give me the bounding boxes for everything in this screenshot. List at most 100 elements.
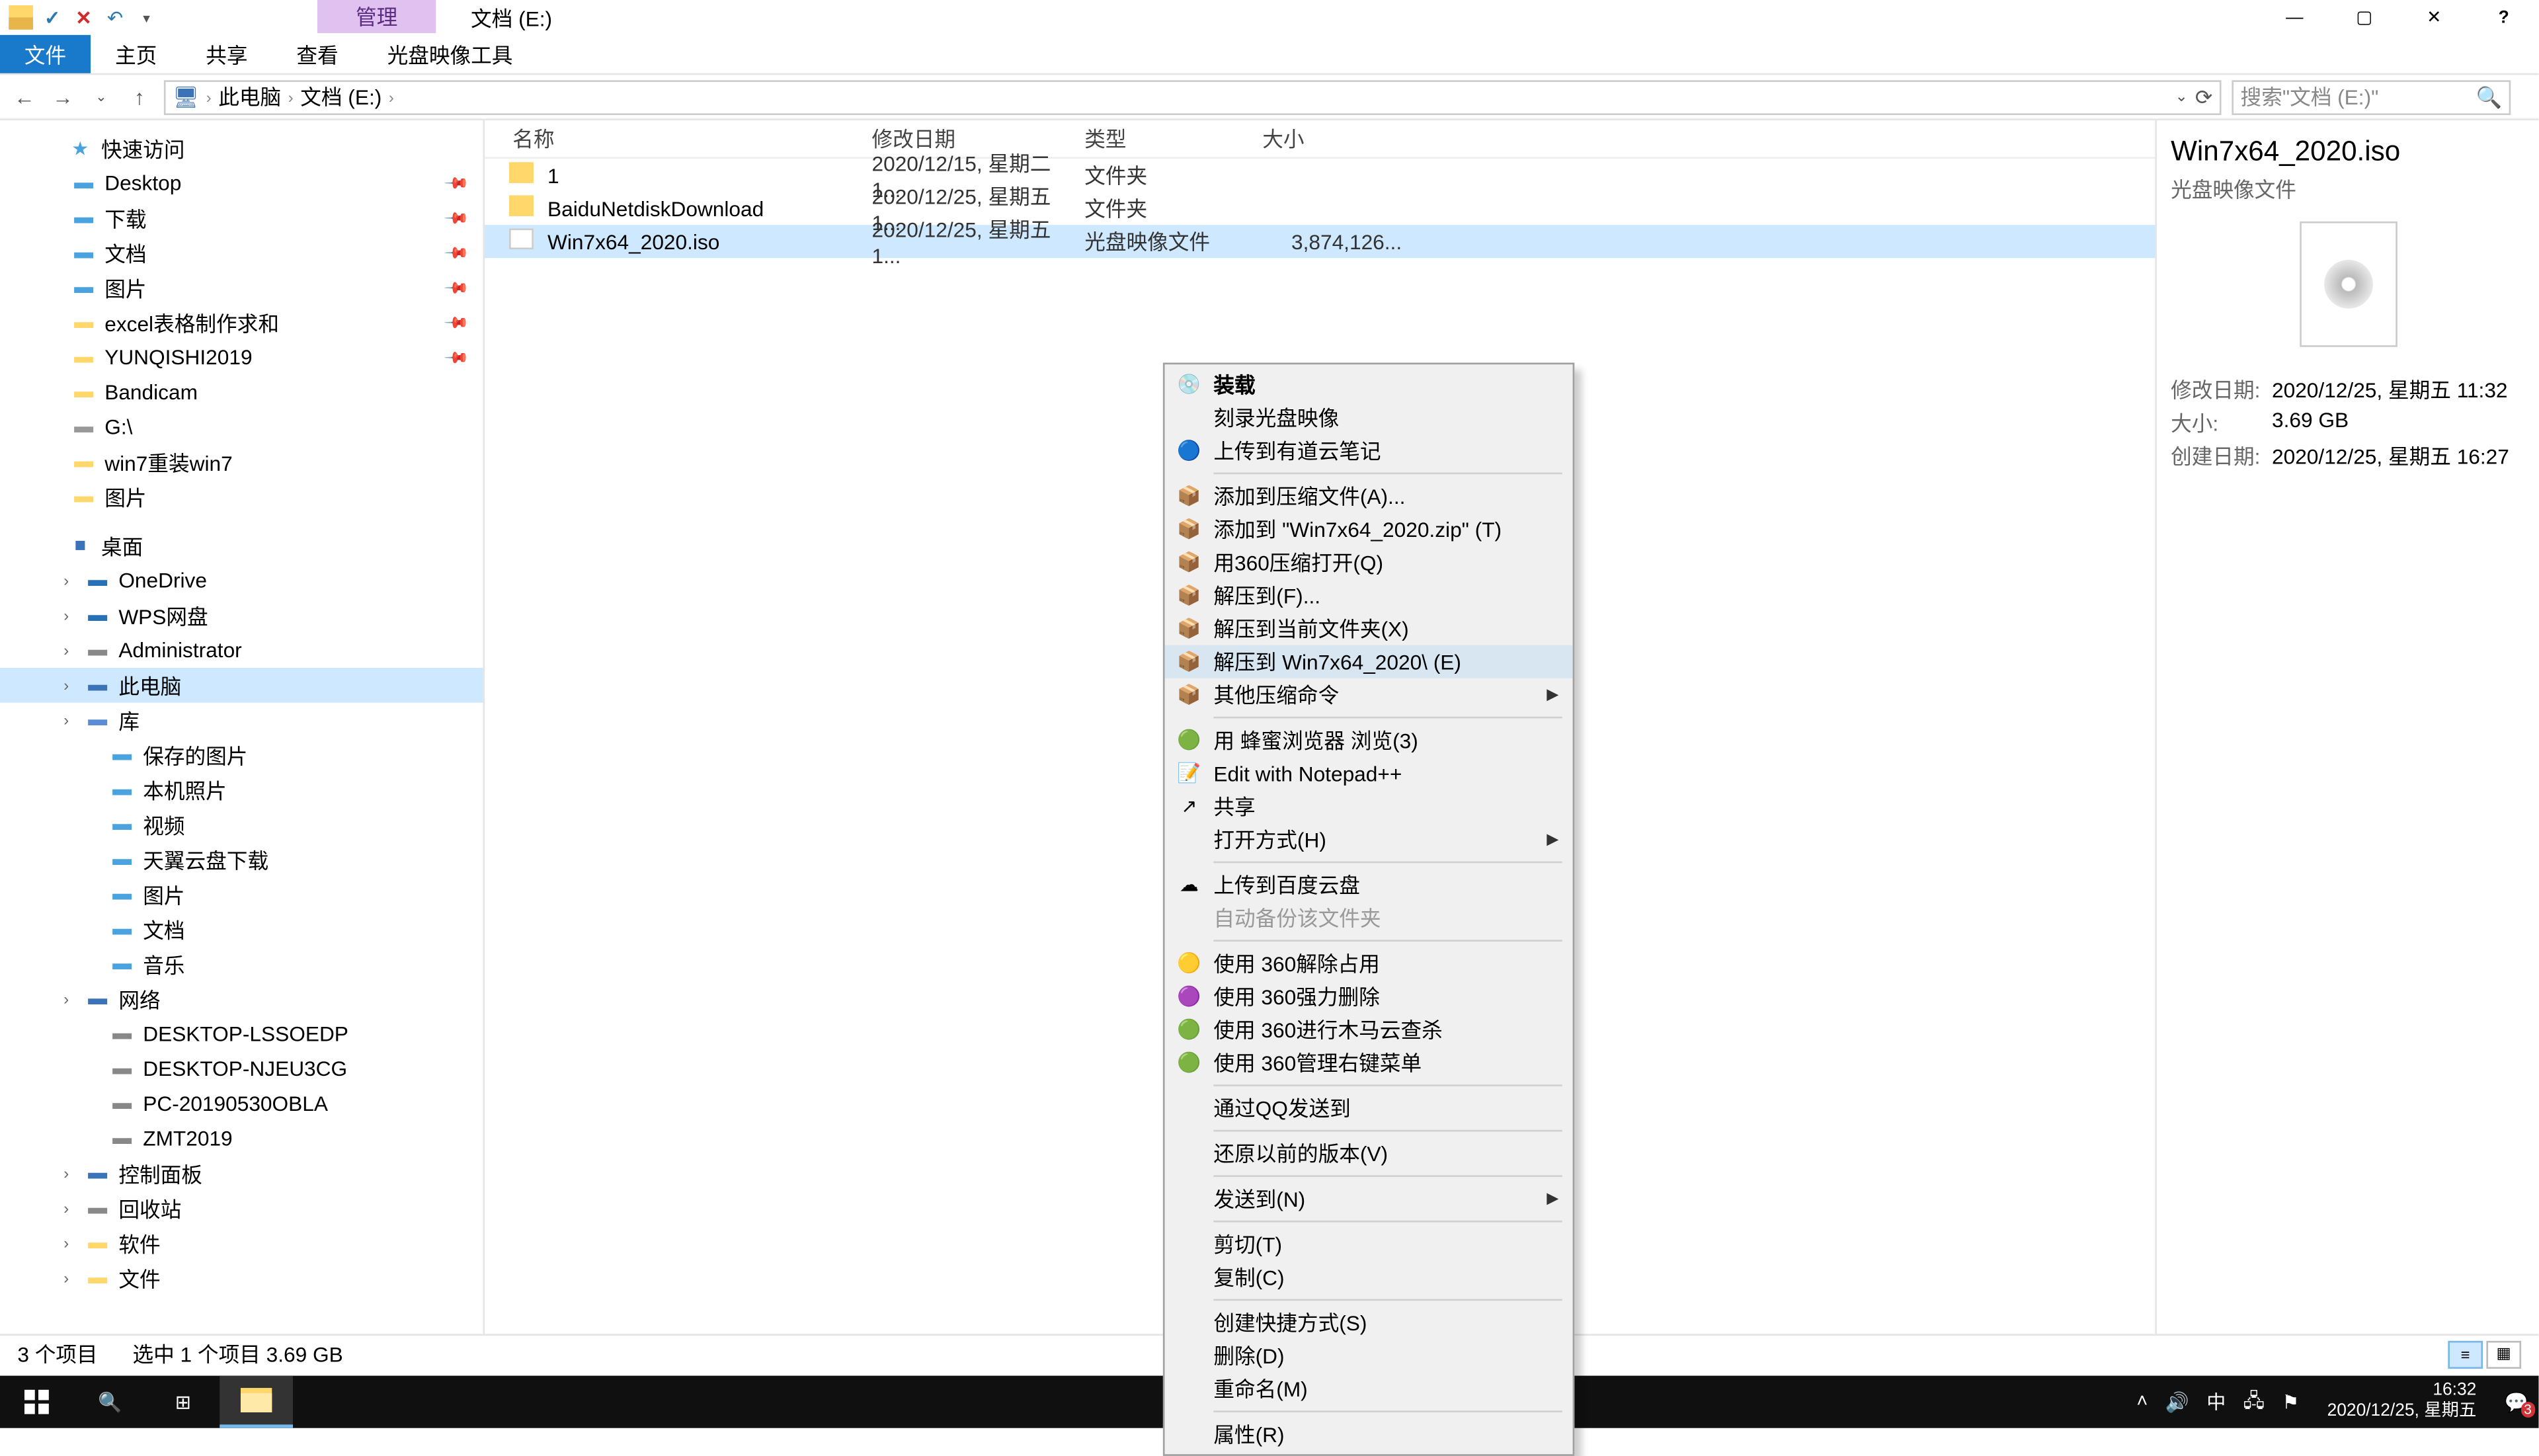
expander-icon[interactable]: ›: [56, 1270, 77, 1287]
qat-undo-icon[interactable]: ↶: [101, 3, 129, 31]
nav-desktop-item[interactable]: ›▬网络: [0, 982, 483, 1017]
nav-desktop-root[interactable]: ■ 桌面: [0, 528, 483, 563]
nav-desktop-item[interactable]: ▬视频: [0, 807, 483, 842]
qat-dropdown-icon[interactable]: ▾: [132, 3, 160, 31]
menu-item[interactable]: 📦添加到压缩文件(A)...: [1165, 479, 1573, 512]
tab-view[interactable]: 查看: [272, 35, 362, 73]
nav-desktop-item[interactable]: ›▬软件: [0, 1226, 483, 1261]
nav-quick-item[interactable]: ▬YUNQISHI2019📌: [0, 340, 483, 375]
expander-icon[interactable]: ›: [56, 1199, 77, 1217]
nav-desktop-item[interactable]: ▬ZMT2019: [0, 1121, 483, 1156]
qat-check-icon[interactable]: ✓: [38, 3, 66, 31]
nav-desktop-item[interactable]: ▬DESKTOP-NJEU3CG: [0, 1051, 483, 1086]
nav-desktop-item[interactable]: ›▬回收站: [0, 1191, 483, 1226]
volume-icon[interactable]: 🔊: [2165, 1391, 2189, 1413]
address-dropdown-icon[interactable]: ⌄: [2175, 87, 2188, 106]
menu-item[interactable]: 📦添加到 "Win7x64_2020.zip" (T): [1165, 512, 1573, 546]
network-icon[interactable]: 🖧: [2243, 1385, 2265, 1418]
nav-desktop-item[interactable]: ›▬文件: [0, 1261, 483, 1296]
menu-item[interactable]: 属性(R): [1165, 1418, 1573, 1451]
nav-quick-item[interactable]: ▬G:\: [0, 410, 483, 445]
nav-desktop-item[interactable]: ›▬OneDrive: [0, 563, 483, 598]
taskbar-clock[interactable]: 16:32 2020/12/25, 星期五: [2317, 1381, 2487, 1423]
menu-item[interactable]: 删除(D): [1165, 1339, 1573, 1372]
start-button[interactable]: [0, 1376, 73, 1428]
nav-quick-item[interactable]: ▬图片📌: [0, 270, 483, 305]
nav-desktop-item[interactable]: ›▬控制面板: [0, 1156, 483, 1191]
nav-quick-item[interactable]: ▬excel表格制作求和📌: [0, 305, 483, 340]
expander-icon[interactable]: ›: [56, 1165, 77, 1182]
menu-item[interactable]: 创建快捷方式(S): [1165, 1306, 1573, 1339]
expander-icon[interactable]: ›: [56, 641, 77, 659]
nav-desktop-item[interactable]: ▬天翼云盘下载: [0, 842, 483, 877]
address-bar[interactable]: 🖥 › 此电脑 › 文档 (E:) › ⌄ ⟳: [164, 79, 2222, 114]
menu-item[interactable]: 刻录光盘映像: [1165, 401, 1573, 434]
menu-item[interactable]: ☁上传到百度云盘: [1165, 868, 1573, 901]
expander-icon[interactable]: ›: [56, 676, 77, 694]
menu-item[interactable]: 📝Edit with Notepad++: [1165, 756, 1573, 789]
nav-desktop-item[interactable]: ▬保存的图片: [0, 737, 483, 772]
menu-item[interactable]: ↗共享: [1165, 790, 1573, 823]
menu-item[interactable]: 打开方式(H)▶: [1165, 823, 1573, 856]
file-row[interactable]: 12020/12/15, 星期二 1...文件夹: [485, 159, 2155, 192]
nav-quick-item[interactable]: ▬win7重装win7: [0, 444, 483, 479]
col-name[interactable]: 名称: [485, 124, 871, 153]
menu-item[interactable]: 🟢用 蜂蜜浏览器 浏览(3): [1165, 723, 1573, 756]
col-type[interactable]: 类型: [1084, 124, 1262, 153]
minimize-button[interactable]: —: [2260, 0, 2329, 35]
maximize-button[interactable]: ▢: [2329, 0, 2399, 35]
menu-item[interactable]: 复制(C): [1165, 1261, 1573, 1294]
menu-item[interactable]: 📦解压到(F)...: [1165, 579, 1573, 612]
qat-delete-icon[interactable]: ✕: [69, 3, 97, 31]
search-box[interactable]: 搜索"文档 (E:)" 🔍: [2232, 79, 2511, 114]
nav-desktop-item[interactable]: ▬文档: [0, 912, 483, 947]
menu-item[interactable]: 📦解压到 Win7x64_2020\ (E): [1165, 645, 1573, 678]
nav-desktop-item[interactable]: ›▬此电脑: [0, 668, 483, 703]
menu-item[interactable]: 🔵上传到有道云笔记: [1165, 434, 1573, 467]
refresh-icon[interactable]: ⟳: [2195, 85, 2213, 109]
menu-item[interactable]: 重命名(M): [1165, 1372, 1573, 1405]
nav-desktop-item[interactable]: ▬音乐: [0, 947, 483, 982]
task-view-button[interactable]: ⊞: [147, 1376, 220, 1428]
expander-icon[interactable]: ›: [56, 711, 77, 729]
recent-dropdown[interactable]: ⌄: [87, 83, 115, 110]
forward-button[interactable]: →: [49, 83, 77, 110]
file-row[interactable]: Win7x64_2020.iso2020/12/25, 星期五 1...光盘映像…: [485, 225, 2155, 258]
menu-item[interactable]: 📦其他压缩命令▶: [1165, 678, 1573, 711]
expander-icon[interactable]: ›: [56, 991, 77, 1008]
tab-home[interactable]: 主页: [91, 35, 181, 73]
nav-desktop-item[interactable]: ▬本机照片: [0, 772, 483, 807]
nav-desktop-item[interactable]: ▬PC-20190530OBLA: [0, 1086, 483, 1121]
tab-disc-tools[interactable]: 光盘映像工具: [363, 35, 538, 73]
menu-item[interactable]: 🟡使用 360解除占用: [1165, 947, 1573, 980]
nav-quick-item[interactable]: ▬下载📌: [0, 200, 483, 235]
nav-quick-item[interactable]: ▬Desktop📌: [0, 166, 483, 201]
explorer-taskbar-button[interactable]: [220, 1376, 293, 1428]
breadcrumb-pc[interactable]: 此电脑: [215, 82, 285, 112]
action-center-icon[interactable]: 💬3: [2505, 1391, 2528, 1413]
nav-quick-item[interactable]: ▬图片: [0, 479, 483, 514]
security-icon[interactable]: ⚑: [2282, 1391, 2299, 1413]
expander-icon[interactable]: ›: [56, 607, 77, 624]
search-button[interactable]: 🔍: [73, 1376, 147, 1428]
tab-file[interactable]: 文件: [0, 35, 91, 73]
menu-item[interactable]: 🟢使用 360进行木马云查杀: [1165, 1013, 1573, 1046]
nav-desktop-item[interactable]: ›▬WPS网盘: [0, 598, 483, 633]
menu-item[interactable]: 🟢使用 360管理右键菜单: [1165, 1046, 1573, 1079]
menu-item[interactable]: 发送到(N)▶: [1165, 1182, 1573, 1215]
tray-overflow-icon[interactable]: ˄: [2136, 1391, 2148, 1412]
ime-indicator[interactable]: 中: [2206, 1388, 2226, 1416]
nav-quick-item[interactable]: ▬文档📌: [0, 235, 483, 270]
nav-desktop-item[interactable]: ▬图片: [0, 877, 483, 912]
menu-item[interactable]: 📦用360压缩打开(Q): [1165, 546, 1573, 579]
menu-item[interactable]: 🟣使用 360强力删除: [1165, 980, 1573, 1013]
nav-desktop-item[interactable]: ›▬Administrator: [0, 633, 483, 668]
menu-item[interactable]: 剪切(T): [1165, 1227, 1573, 1260]
breadcrumb-drive[interactable]: 文档 (E:): [297, 82, 385, 112]
back-button[interactable]: ←: [11, 83, 38, 110]
menu-item[interactable]: 还原以前的版本(V): [1165, 1137, 1573, 1170]
expander-icon[interactable]: ›: [56, 1234, 77, 1252]
nav-quick-item[interactable]: ▬Bandicam: [0, 375, 483, 410]
nav-desktop-item[interactable]: ▬DESKTOP-LSSOEDP: [0, 1016, 483, 1051]
nav-desktop-item[interactable]: ›▬库: [0, 703, 483, 738]
